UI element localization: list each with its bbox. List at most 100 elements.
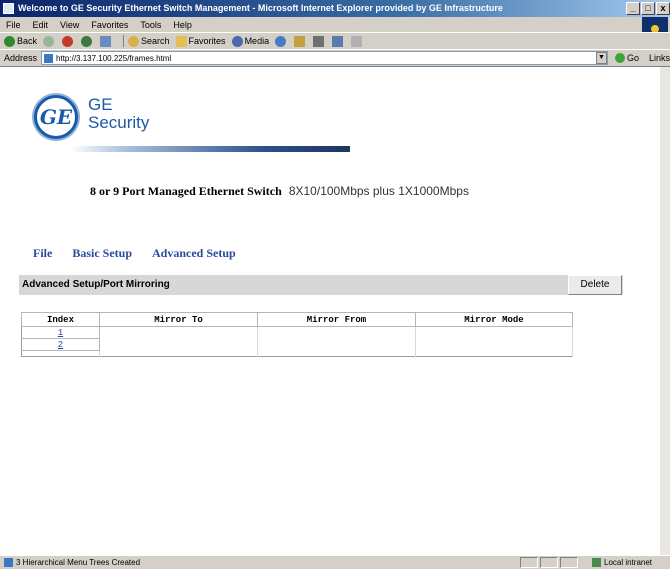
media-icon [231,35,243,47]
section-title: Advanced Setup/Port Mirroring [22,279,170,290]
close-button[interactable]: x [656,2,670,15]
index-link[interactable]: 2 [58,340,63,350]
column-header-mirror-to: Mirror To [99,312,258,327]
menu-help[interactable]: Help [173,20,192,30]
back-arrow-icon [4,35,15,47]
favorites-label: Favorites [188,36,226,46]
print-icon [313,35,325,47]
media-label: Media [244,36,270,46]
mail-icon [294,35,306,47]
mirror-to-cell [99,338,258,351]
menu-view[interactable]: View [60,20,79,30]
forward-button[interactable] [43,35,56,47]
home-button[interactable] [100,35,113,47]
toolbar-separator [123,35,125,47]
edit-button[interactable] [332,35,345,47]
discuss-button[interactable] [351,35,364,47]
table-row: 2 [21,338,573,351]
ie-app-icon [3,3,14,14]
address-input[interactable]: http://3.137.100.225/frames.html [41,51,609,65]
ge-logo-icon: GE [34,95,78,139]
mail-button[interactable] [294,35,307,47]
mirror-from-cell [257,326,416,339]
status-pane [540,557,558,568]
menu-file[interactable]: File [6,20,21,30]
status-pane [560,557,578,568]
menu-bar: File Edit View Favorites Tools Help [0,17,670,32]
stop-icon [62,35,74,47]
search-button[interactable]: Search [128,35,170,47]
page-content [0,67,660,555]
address-dropdown-button[interactable]: ▼ [596,52,607,64]
logo-line-2: Security [88,113,150,132]
logo-gradient-bar [70,146,350,152]
menu-favorites[interactable]: Favorites [91,20,128,30]
index-cell: 2 [21,338,100,351]
address-label: Address [4,53,38,63]
home-icon [100,35,112,47]
browser-toolbar: Back Search Favorites Media [0,32,670,49]
status-text: 3 Hierarchical Menu Trees Created [16,558,141,567]
menu-edit[interactable]: Edit [33,20,49,30]
print-button[interactable] [313,35,326,47]
mirror-from-cell [257,338,416,351]
nav-file[interactable]: File [33,246,52,261]
ge-security-logo-text: GE Security [88,96,149,132]
mirror-mode-cell [415,338,573,351]
favorites-button[interactable]: Favorites [175,35,226,47]
back-button[interactable]: Back [4,35,38,47]
product-spec: 8X10/100Mbps plus 1X1000Mbps [288,184,469,198]
favorites-icon [175,35,187,47]
nav-advanced-setup[interactable]: Advanced Setup [152,246,236,261]
index-cell: 1 [21,326,100,339]
nav-basic-setup[interactable]: Basic Setup [72,246,132,261]
window-title-bar: Welcome to GE Security Ethernet Switch M… [0,0,670,17]
go-button[interactable]: Go [614,53,639,63]
window-controls: _ □ x [626,2,670,15]
refresh-button[interactable] [81,35,94,47]
history-icon [275,35,287,47]
intranet-zone-icon [592,558,601,567]
mirror-mode-cell [415,326,573,339]
padding-cell [99,350,258,357]
column-header-index: Index [21,312,100,327]
padding-cell [257,350,416,357]
table-padding-row [21,350,573,357]
status-pane [520,557,538,568]
table-row: 1 [21,326,573,339]
product-heading: 8 or 9 Port Managed Ethernet Switch 8X10… [90,184,469,199]
window-title: Welcome to GE Security Ethernet Switch M… [18,3,503,13]
port-mirroring-table: Index Mirror To Mirror From Mirror Mode … [21,312,573,357]
status-panes [520,557,580,568]
zone-label: Local intranet [604,558,653,567]
discuss-icon [351,35,363,47]
mirror-to-cell [99,326,258,339]
logo-line-1: GE [88,95,113,114]
media-button[interactable]: Media [231,35,270,47]
status-bar: 3 Hierarchical Menu Trees Created Local … [0,555,670,569]
index-link[interactable]: 1 [58,328,63,338]
padding-cell [415,350,573,357]
column-header-mirror-from: Mirror From [257,312,416,327]
go-arrow-icon [614,53,625,63]
menu-tools[interactable]: Tools [140,20,161,30]
edit-icon [332,35,344,47]
search-icon [128,35,140,47]
stop-button[interactable] [62,35,75,47]
product-name: 8 or 9 Port Managed Ethernet Switch [90,184,282,198]
vertical-scrollbar[interactable] [660,67,670,555]
maximize-button[interactable]: □ [641,2,655,15]
padding-cell [21,350,100,357]
security-zone: Local intranet [592,558,652,567]
history-button[interactable] [275,35,288,47]
address-bar: Address http://3.137.100.225/frames.html… [0,49,670,67]
minimize-button[interactable]: _ [626,2,640,15]
section-header-bar: Advanced Setup/Port Mirroring Delete [19,275,623,295]
column-header-mirror-mode: Mirror Mode [415,312,573,327]
go-label: Go [626,53,639,63]
status-page-icon [4,558,13,567]
search-label: Search [141,36,170,46]
back-label: Back [17,36,38,46]
links-button[interactable]: Links [649,53,670,63]
delete-button[interactable]: Delete [568,275,622,295]
